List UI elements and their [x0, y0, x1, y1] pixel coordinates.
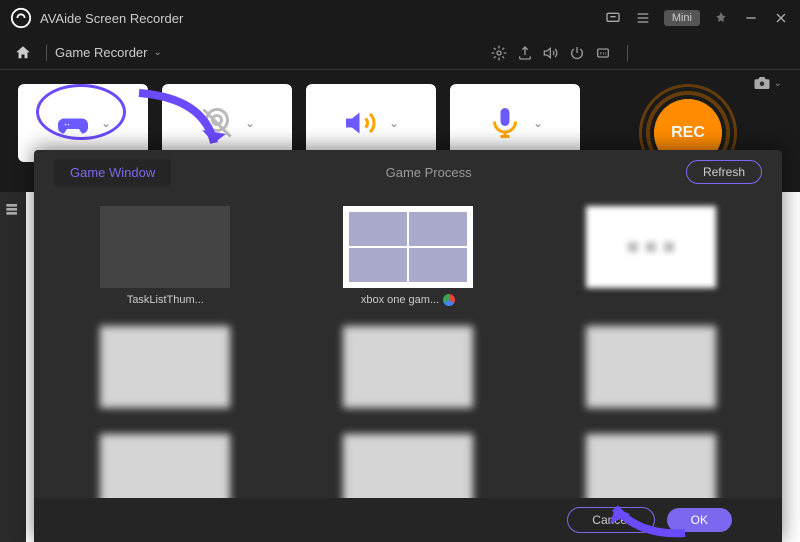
ok-button[interactable]: OK: [667, 508, 732, 532]
window-item[interactable]: [549, 326, 752, 414]
window-item[interactable]: xbox one gam...: [307, 206, 510, 306]
window-thumbnail: [343, 434, 473, 498]
feedback-icon[interactable]: [604, 9, 622, 27]
screenshot-icon[interactable]: ⌄: [753, 74, 782, 92]
chevron-down-icon[interactable]: ⌄: [153, 47, 161, 58]
close-icon[interactable]: [772, 9, 790, 27]
window-item[interactable]: [64, 326, 267, 414]
window-thumbnail: [100, 434, 230, 498]
titlebar: AVAide Screen Recorder Mini: [0, 0, 800, 36]
window-thumbnail: [100, 206, 230, 288]
divider: [627, 45, 628, 61]
chevron-down-icon: ⌄: [533, 116, 543, 130]
window-item[interactable]: [307, 434, 510, 498]
window-picker-popup: Game Window Game Process Refresh TaskLis…: [34, 150, 782, 542]
gamepad-icon: [55, 105, 91, 141]
window-thumbnail: [586, 434, 716, 498]
window-label: TaskListThum...: [127, 294, 204, 306]
sound-icon[interactable]: [543, 45, 559, 61]
toolbar: Game Recorder ⌄ FH: [0, 36, 800, 70]
window-thumbnail: [586, 326, 716, 408]
divider: [46, 45, 47, 61]
aspect-icon[interactable]: FH: [595, 45, 611, 61]
speaker-icon: [343, 105, 379, 141]
microphone-icon: [487, 105, 523, 141]
window-thumbnail: [586, 206, 716, 288]
app-title: AVAide Screen Recorder: [40, 11, 604, 26]
pin-icon[interactable]: [712, 9, 730, 27]
window-item[interactable]: TaskListThum...: [64, 206, 267, 306]
window-item[interactable]: [64, 434, 267, 498]
menu-icon[interactable]: [634, 9, 652, 27]
cancel-button[interactable]: Cancel: [567, 507, 654, 533]
svg-text:FH: FH: [600, 51, 606, 56]
minimize-icon[interactable]: [742, 9, 760, 27]
chevron-down-icon: ⌄: [245, 116, 255, 130]
tab-game-process[interactable]: Game Process: [370, 159, 488, 186]
tab-game-window[interactable]: Game Window: [54, 159, 171, 186]
settings-icon[interactable]: [491, 45, 507, 61]
chrome-icon: [443, 294, 455, 306]
home-icon[interactable]: [14, 44, 32, 62]
mini-mode-button[interactable]: Mini: [664, 10, 700, 26]
window-item[interactable]: [549, 434, 752, 498]
window-thumbnail: [100, 326, 230, 408]
chevron-down-icon: ⌄: [101, 116, 111, 130]
webcam-off-icon: [199, 105, 235, 141]
window-label: xbox one gam...: [361, 294, 455, 306]
app-logo-icon: [10, 7, 32, 29]
window-grid: TaskListThum... xbox one gam...: [34, 194, 782, 498]
power-icon[interactable]: [569, 45, 585, 61]
mode-dropdown-label[interactable]: Game Recorder: [55, 45, 147, 60]
export-icon[interactable]: [517, 45, 533, 61]
window-item[interactable]: [307, 326, 510, 414]
window-thumbnail: [343, 326, 473, 408]
history-panel-toggle[interactable]: [0, 192, 26, 542]
window-item[interactable]: [549, 206, 752, 306]
window-thumbnail: [343, 206, 473, 288]
chevron-down-icon: ⌄: [389, 116, 399, 130]
refresh-button[interactable]: Refresh: [686, 160, 762, 184]
